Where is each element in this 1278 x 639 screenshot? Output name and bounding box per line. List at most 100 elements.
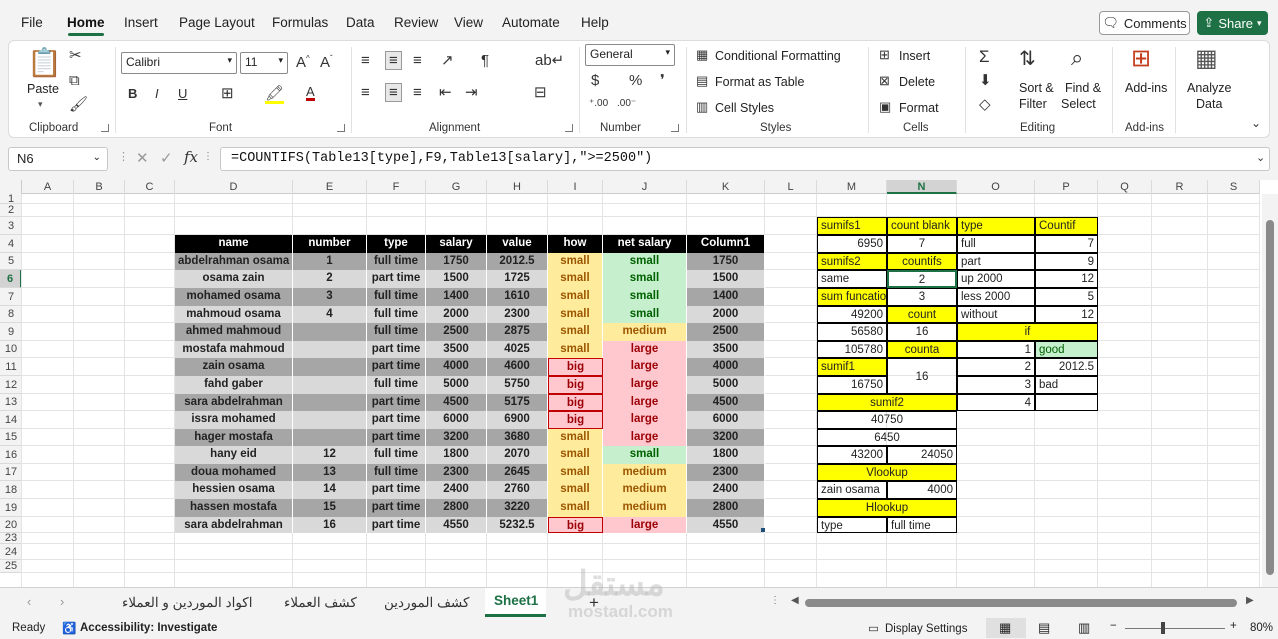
name-box[interactable]: N6 ⌄ (8, 147, 108, 171)
decrease-decimal-icon[interactable]: .00⁻ (617, 99, 636, 109)
table-cell[interactable]: small (548, 341, 603, 358)
column-header[interactable]: S (1208, 180, 1260, 194)
table-cell[interactable]: 6000 (687, 411, 765, 429)
table-cell[interactable]: ahmed mahmoud (175, 323, 293, 341)
dialog-launcher-icon[interactable] (565, 124, 573, 132)
table-cell[interactable]: large (603, 394, 687, 411)
sheet-tab[interactable]: كشف العملاء (284, 595, 357, 611)
column-header[interactable]: J (603, 180, 687, 194)
table-cell[interactable]: medium (603, 464, 687, 481)
side-cell[interactable]: counta (887, 341, 957, 358)
decrease-font-icon[interactable]: Aˇ (320, 55, 333, 71)
table-cell[interactable]: 3680 (487, 429, 548, 446)
column-header[interactable]: A (22, 180, 74, 194)
find-select-button[interactable]: Find & (1065, 81, 1101, 95)
column-header[interactable]: P (1035, 180, 1098, 194)
row-header[interactable]: 12 (0, 376, 22, 394)
table-cell[interactable]: hassen mostafa (175, 499, 293, 517)
side-cell[interactable]: sumif1 (817, 358, 887, 376)
clear-icon[interactable]: ◇ (979, 97, 991, 112)
table-cell[interactable]: 1400 (687, 288, 765, 306)
side-cell[interactable]: 40750 (817, 411, 957, 429)
paste-button[interactable]: Paste (27, 82, 59, 96)
normal-view-button[interactable]: ▦ (986, 618, 1026, 638)
accessibility-status[interactable]: Accessibility: Investigate (80, 622, 217, 634)
table-cell[interactable]: part time (367, 429, 426, 446)
side-cell[interactable]: Countif (1035, 217, 1098, 235)
table-header[interactable]: how (548, 235, 603, 253)
table-cell[interactable]: medium (603, 481, 687, 499)
column-header[interactable]: I (548, 180, 603, 194)
table-cell[interactable]: 4025 (487, 341, 548, 358)
table-cell[interactable]: hessien osama (175, 481, 293, 499)
table-cell[interactable]: 3500 (687, 341, 765, 358)
row-header[interactable]: 20 (0, 517, 22, 533)
page-layout-view-icon[interactable]: ▤ (1038, 620, 1050, 636)
table-cell[interactable]: 1750 (426, 253, 487, 270)
table-cell[interactable]: full time (367, 446, 426, 464)
row-header[interactable]: 10 (0, 341, 22, 358)
row-header[interactable]: 16 (0, 446, 22, 464)
table-cell[interactable]: mohamed osama (175, 288, 293, 306)
row-header[interactable]: 6 (0, 270, 22, 288)
format-as-table-button[interactable]: Format as Table (715, 75, 804, 89)
conditional-formatting-button[interactable]: Conditional Formatting (715, 49, 841, 63)
worksheet-grid[interactable]: ABCDEFGHIJKLMNOPQRS 1 2 3 4 5 6 7 8 9 10 11 12 13 14 1… (0, 180, 1278, 587)
row-header[interactable]: 19 (0, 499, 22, 517)
table-cell[interactable]: 1800 (687, 446, 765, 464)
table-cell[interactable] (293, 323, 367, 341)
vertical-scrollbar[interactable] (1262, 194, 1278, 587)
borders-icon[interactable]: ⊞ (221, 86, 234, 101)
side-cell[interactable]: up 2000 (957, 270, 1035, 288)
side-cell[interactable]: 2012.5 (1035, 358, 1098, 376)
table-cell[interactable]: 3500 (426, 341, 487, 358)
zoom-level[interactable]: 80% (1250, 622, 1273, 634)
increase-font-icon[interactable]: A^ (296, 55, 310, 71)
comments-button[interactable]: 🗨 Comments (1099, 11, 1190, 35)
bold-icon[interactable]: B (128, 87, 137, 100)
dialog-launcher-icon[interactable] (671, 124, 679, 132)
wrap-text-icon[interactable]: ab↵ (535, 53, 564, 68)
zoom-out-icon[interactable]: − (1110, 620, 1117, 632)
fill-color-icon[interactable]: 🖍 (265, 86, 285, 104)
row-header[interactable]: 18 (0, 481, 22, 499)
addins-button[interactable]: Add-ins (1125, 81, 1167, 95)
menu-insert[interactable]: Insert (124, 15, 158, 30)
table-cell[interactable]: 2000 (687, 306, 765, 323)
table-cell[interactable]: part time (367, 499, 426, 517)
table-cell[interactable]: 2300 (487, 306, 548, 323)
cell-styles-button[interactable]: Cell Styles (715, 101, 774, 115)
table-cell[interactable]: 3220 (487, 499, 548, 517)
table-cell[interactable]: part time (367, 270, 426, 288)
row-header[interactable]: 11 (0, 358, 22, 376)
side-cell[interactable]: 4 (957, 394, 1035, 411)
side-cell[interactable]: 12 (1035, 270, 1098, 288)
side-cell[interactable]: 16 (887, 323, 957, 341)
table-cell[interactable]: 1750 (687, 253, 765, 270)
enter-icon[interactable]: ✓ (160, 151, 173, 166)
merge-center-icon[interactable]: ⊟ (534, 85, 547, 100)
table-cell[interactable]: 1500 (426, 270, 487, 288)
row-header[interactable]: 7 (0, 288, 22, 306)
italic-icon[interactable]: I (155, 87, 159, 100)
table-cell[interactable] (293, 429, 367, 446)
column-header[interactable]: H (487, 180, 548, 194)
side-cell[interactable]: countifs (887, 253, 957, 270)
table-cell[interactable]: part time (367, 341, 426, 358)
format-cells-button[interactable]: Format (899, 101, 939, 115)
display-settings-button[interactable]: Display Settings (885, 623, 967, 635)
table-cell[interactable]: 14 (293, 481, 367, 499)
zoom-slider-thumb[interactable] (1161, 622, 1165, 634)
font-size-select[interactable]: 11 ▾ (240, 52, 288, 74)
side-cell[interactable]: sum funcation (817, 288, 887, 306)
insert-function-icon[interactable]: fx (184, 150, 198, 165)
column-header[interactable]: C (125, 180, 175, 194)
align-left-icon[interactable]: ≡ (361, 85, 370, 100)
table-cell[interactable]: 4500 (426, 394, 487, 411)
table-cell[interactable]: 2070 (487, 446, 548, 464)
row-header[interactable]: 14 (0, 411, 22, 429)
table-cell[interactable]: big (548, 358, 603, 376)
table-cell[interactable]: 2 (293, 270, 367, 288)
side-cell[interactable]: 16750 (817, 376, 887, 394)
align-center-icon[interactable]: ≡ (385, 83, 402, 102)
